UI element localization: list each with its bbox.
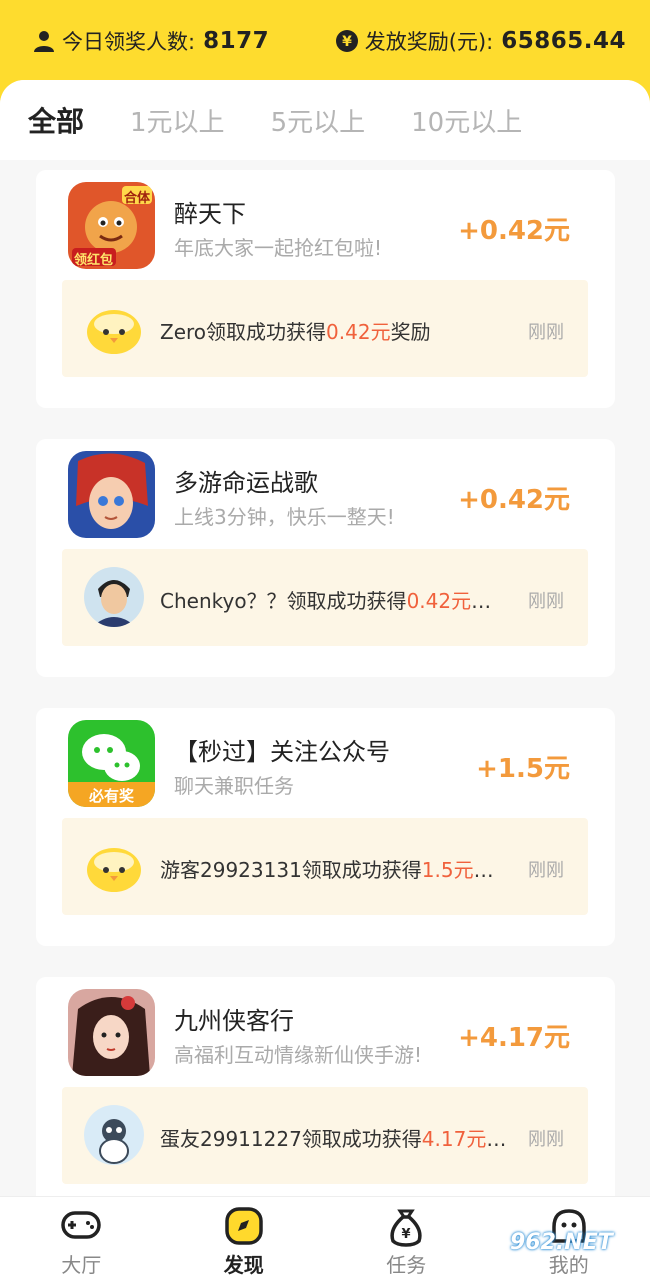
nav-lobby-label: 大厅 xyxy=(61,1253,102,1277)
total-payout-value: 65865.44 xyxy=(501,28,626,54)
app-name: 多游命运战歌 xyxy=(174,469,318,497)
claim-time: 刚刚 xyxy=(528,322,564,343)
nav-discover[interactable]: 发现 xyxy=(163,1197,326,1280)
nav-lobby[interactable]: 大厅 xyxy=(0,1197,163,1280)
stats-header: 今日领奖人数: 8177 ¥ 发放奖励(元): 65865.44 xyxy=(0,0,650,82)
tab-over-1-yuan[interactable]: 1元以上 xyxy=(130,102,225,139)
main-content: 全部 1元以上 5元以上 10元以上 合体 领红包 醉天下 年底大家一起抢红包啦… xyxy=(0,80,650,1196)
person-icon xyxy=(34,31,54,52)
tab-over-10-yuan[interactable]: 10元以上 xyxy=(411,102,522,139)
claim-notice-text: Zero领取成功获得0.42元奖励 xyxy=(160,320,431,344)
claim-notice-text: Chenkyo？？领取成功获得0.42元奖励 xyxy=(160,589,510,613)
reward-amount: +1.5元 xyxy=(476,754,570,784)
chick-avatar xyxy=(84,836,144,896)
nav-tasks[interactable]: ¥ 任务 xyxy=(325,1197,488,1280)
watermark: 962.NET xyxy=(510,1230,613,1255)
claim-time: 刚刚 xyxy=(528,1129,564,1150)
jiuzhou-xiakexing-app-icon xyxy=(68,989,155,1076)
yen-coin-icon: ¥ xyxy=(335,30,358,52)
tab-over-5-yuan[interactable]: 5元以上 xyxy=(271,102,366,139)
reward-amount: +0.42元 xyxy=(458,216,570,246)
svg-text:¥: ¥ xyxy=(342,34,352,50)
claim-time: 刚刚 xyxy=(528,860,564,881)
today-winners-label: 今日领奖人数: xyxy=(62,30,196,54)
total-payout-stat: ¥ 发放奖励(元): 65865.44 xyxy=(335,26,626,56)
icon-badge-bottom: 必有奖 xyxy=(88,787,134,805)
app-description: 年底大家一起抢红包啦! xyxy=(174,236,383,260)
claim-time: 刚刚 xyxy=(528,591,564,612)
tab-all[interactable]: 全部 xyxy=(28,100,84,140)
compass-icon xyxy=(225,1207,263,1245)
nav-discover-label: 发现 xyxy=(223,1253,264,1277)
reward-card[interactable]: 合体 领红包 醉天下 年底大家一起抢红包啦! +0.42元 Zero领取成功获得… xyxy=(36,170,615,408)
app-name: 醉天下 xyxy=(174,200,246,228)
claim-notice: Chenkyo？？领取成功获得0.42元奖励 刚刚 xyxy=(62,549,588,646)
gamepad-icon xyxy=(61,1211,101,1239)
svg-text:¥: ¥ xyxy=(402,1227,411,1242)
reward-amount: +4.17元 xyxy=(458,1023,570,1053)
claim-notice: Zero领取成功获得0.42元奖励 刚刚 xyxy=(62,280,588,377)
filter-tabs: 全部 1元以上 5元以上 10元以上 xyxy=(0,80,650,160)
icon-badge-bottom: 领红包 xyxy=(74,253,114,268)
claim-notice: 游客29923131领取成功获得1.5元奖励 刚刚 xyxy=(62,818,588,915)
icon-badge-top: 合体 xyxy=(124,191,151,206)
nav-tasks-label: 任务 xyxy=(386,1253,427,1277)
reward-amount: +0.42元 xyxy=(458,485,570,515)
user-avatar xyxy=(84,567,144,627)
mingyun-zhange-app-icon xyxy=(68,451,155,538)
zuitianxia-app-icon: 合体 领红包 xyxy=(68,182,155,269)
claim-notice-text: 蛋友29911227领取成功获得4.17元奖励 xyxy=(160,1127,510,1151)
chick-avatar xyxy=(84,298,144,358)
reward-card[interactable]: 九州侠客行 高福利互动情缘新仙侠手游! +4.17元 蛋友29911227领取成… xyxy=(36,977,615,1196)
app-name: 九州侠客行 xyxy=(174,1007,294,1035)
app-description: 聊天兼职任务 xyxy=(174,774,294,798)
money-bag-icon: ¥ xyxy=(390,1209,422,1247)
wechat-app-icon: 必有奖 xyxy=(68,720,155,807)
claim-notice: 蛋友29911227领取成功获得4.17元奖励 刚刚 xyxy=(62,1087,588,1184)
app-description: 高福利互动情缘新仙侠手游! xyxy=(174,1043,423,1067)
total-payout-label: 发放奖励(元): xyxy=(364,30,494,54)
user-avatar xyxy=(84,1105,144,1165)
today-winners-stat: 今日领奖人数: 8177 xyxy=(32,26,269,56)
reward-card[interactable]: 多游命运战歌 上线3分钟，快乐一整天! +0.42元 Chenkyo？？领取成功… xyxy=(36,439,615,677)
app-description: 上线3分钟，快乐一整天! xyxy=(174,505,395,529)
today-winners-value: 8177 xyxy=(203,28,270,54)
claim-notice-text: 游客29923131领取成功获得1.5元奖励 xyxy=(160,858,510,882)
reward-card[interactable]: 必有奖 【秒过】关注公众号 聊天兼职任务 +1.5元 游客29923131领取成… xyxy=(36,708,615,946)
app-name: 【秒过】关注公众号 xyxy=(174,738,390,766)
